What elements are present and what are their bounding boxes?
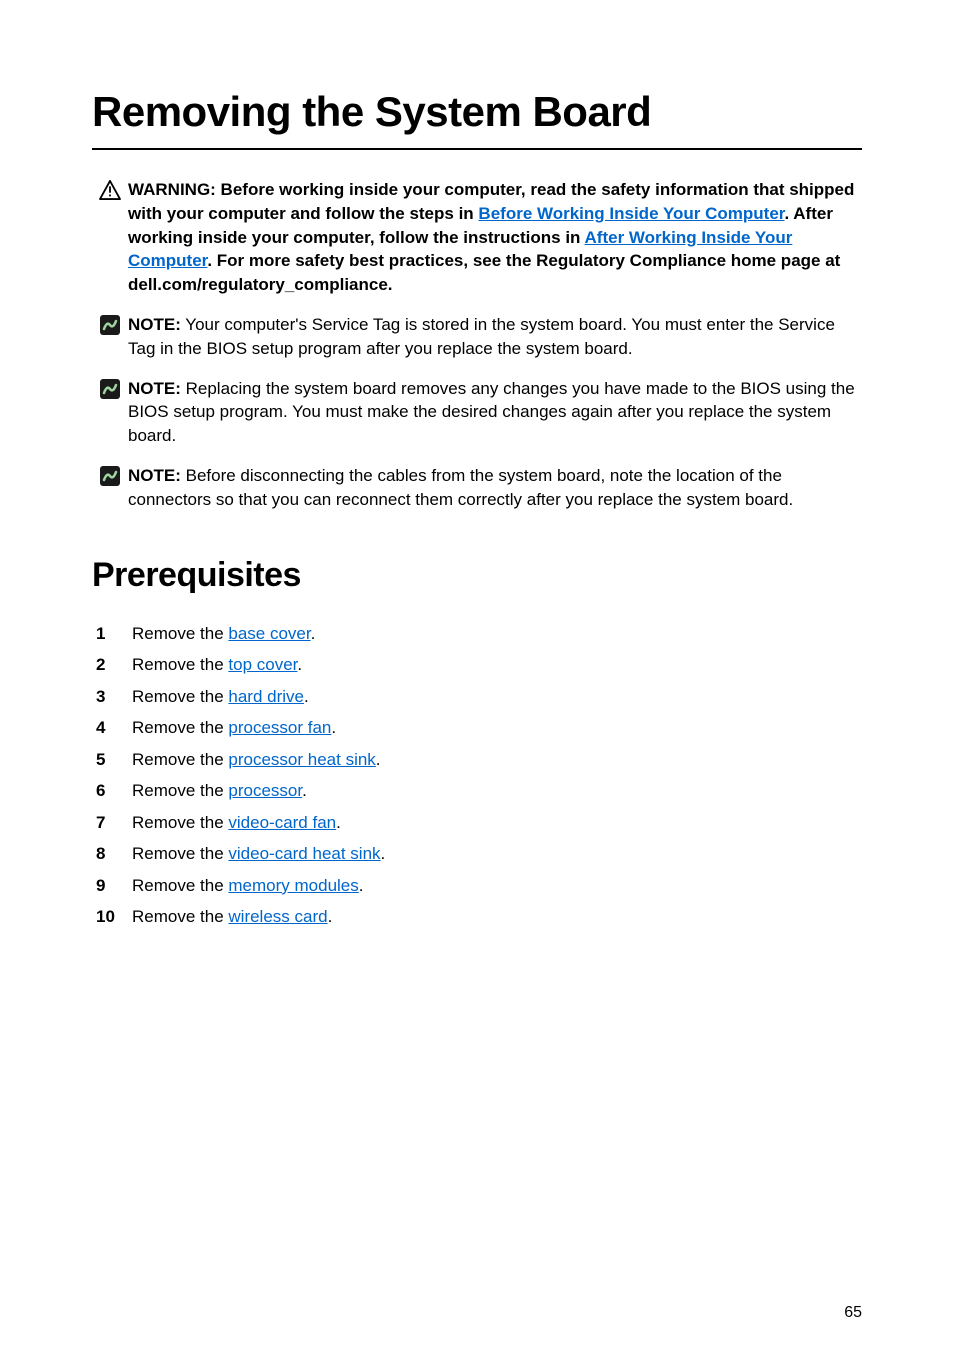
page-content: Removing the System Board WARNING: Befor…: [0, 0, 954, 930]
list-item: 8 Remove the video-card heat sink.: [96, 841, 862, 867]
note-body: Before disconnecting the cables from the…: [128, 466, 793, 509]
note-label: NOTE:: [128, 315, 181, 334]
note-text-2: NOTE: Replacing the system board removes…: [128, 377, 862, 448]
step-number: 8: [96, 841, 132, 867]
list-item: 5 Remove the processor heat sink.: [96, 747, 862, 773]
step-link-video-card-heat-sink[interactable]: video-card heat sink: [228, 844, 380, 863]
note-icon: [92, 313, 128, 335]
step-number: 4: [96, 715, 132, 741]
step-text: Remove the video-card fan.: [132, 810, 862, 836]
list-item: 1 Remove the base cover.: [96, 621, 862, 647]
note-admonition-2: NOTE: Replacing the system board removes…: [92, 377, 862, 448]
note-label: NOTE:: [128, 466, 181, 485]
step-link-hard-drive[interactable]: hard drive: [228, 687, 304, 706]
step-text: Remove the processor.: [132, 778, 862, 804]
step-link-top-cover[interactable]: top cover: [228, 655, 297, 674]
note-admonition-3: NOTE: Before disconnecting the cables fr…: [92, 464, 862, 512]
step-text: Remove the hard drive.: [132, 684, 862, 710]
note-body: Your computer's Service Tag is stored in…: [128, 315, 835, 358]
list-item: 9 Remove the memory modules.: [96, 873, 862, 899]
note-icon: [92, 464, 128, 486]
page-title: Removing the System Board: [92, 88, 862, 150]
note-admonition-1: NOTE: Your computer's Service Tag is sto…: [92, 313, 862, 361]
step-text: Remove the processor fan.: [132, 715, 862, 741]
note-text-1: NOTE: Your computer's Service Tag is sto…: [128, 313, 862, 361]
step-text: Remove the video-card heat sink.: [132, 841, 862, 867]
step-number: 5: [96, 747, 132, 773]
step-number: 9: [96, 873, 132, 899]
step-link-video-card-fan[interactable]: video-card fan: [228, 813, 336, 832]
step-number: 3: [96, 684, 132, 710]
step-link-wireless-card[interactable]: wireless card: [228, 907, 327, 926]
step-link-processor[interactable]: processor: [228, 781, 302, 800]
step-text: Remove the wireless card.: [132, 904, 862, 930]
list-item: 3 Remove the hard drive.: [96, 684, 862, 710]
warning-text: WARNING: Before working inside your comp…: [128, 178, 862, 297]
list-item: 4 Remove the processor fan.: [96, 715, 862, 741]
step-number: 10: [96, 904, 132, 930]
warning-admonition: WARNING: Before working inside your comp…: [92, 178, 862, 297]
step-number: 6: [96, 778, 132, 804]
step-text: Remove the processor heat sink.: [132, 747, 862, 773]
list-item: 6 Remove the processor.: [96, 778, 862, 804]
prerequisites-heading: Prerequisites: [92, 556, 862, 595]
step-link-memory-modules[interactable]: memory modules: [228, 876, 358, 895]
note-icon: [92, 377, 128, 399]
step-link-processor-fan[interactable]: processor fan: [228, 718, 331, 737]
note-body: Replacing the system board removes any c…: [128, 379, 855, 446]
note-text-3: NOTE: Before disconnecting the cables fr…: [128, 464, 862, 512]
step-link-base-cover[interactable]: base cover: [228, 624, 310, 643]
step-link-processor-heat-sink[interactable]: processor heat sink: [228, 750, 375, 769]
step-text: Remove the top cover.: [132, 652, 862, 678]
list-item: 7 Remove the video-card fan.: [96, 810, 862, 836]
warning-suffix: . For more safety best practices, see th…: [128, 251, 840, 294]
prerequisites-list: 1 Remove the base cover. 2 Remove the to…: [92, 621, 862, 930]
step-number: 7: [96, 810, 132, 836]
list-item: 2 Remove the top cover.: [96, 652, 862, 678]
step-number: 1: [96, 621, 132, 647]
list-item: 10 Remove the wireless card.: [96, 904, 862, 930]
note-label: NOTE:: [128, 379, 181, 398]
warning-link-before[interactable]: Before Working Inside Your Computer: [478, 204, 784, 223]
page-number: 65: [844, 1304, 862, 1322]
step-text: Remove the memory modules.: [132, 873, 862, 899]
step-text: Remove the base cover.: [132, 621, 862, 647]
step-number: 2: [96, 652, 132, 678]
warning-icon: [92, 178, 128, 200]
